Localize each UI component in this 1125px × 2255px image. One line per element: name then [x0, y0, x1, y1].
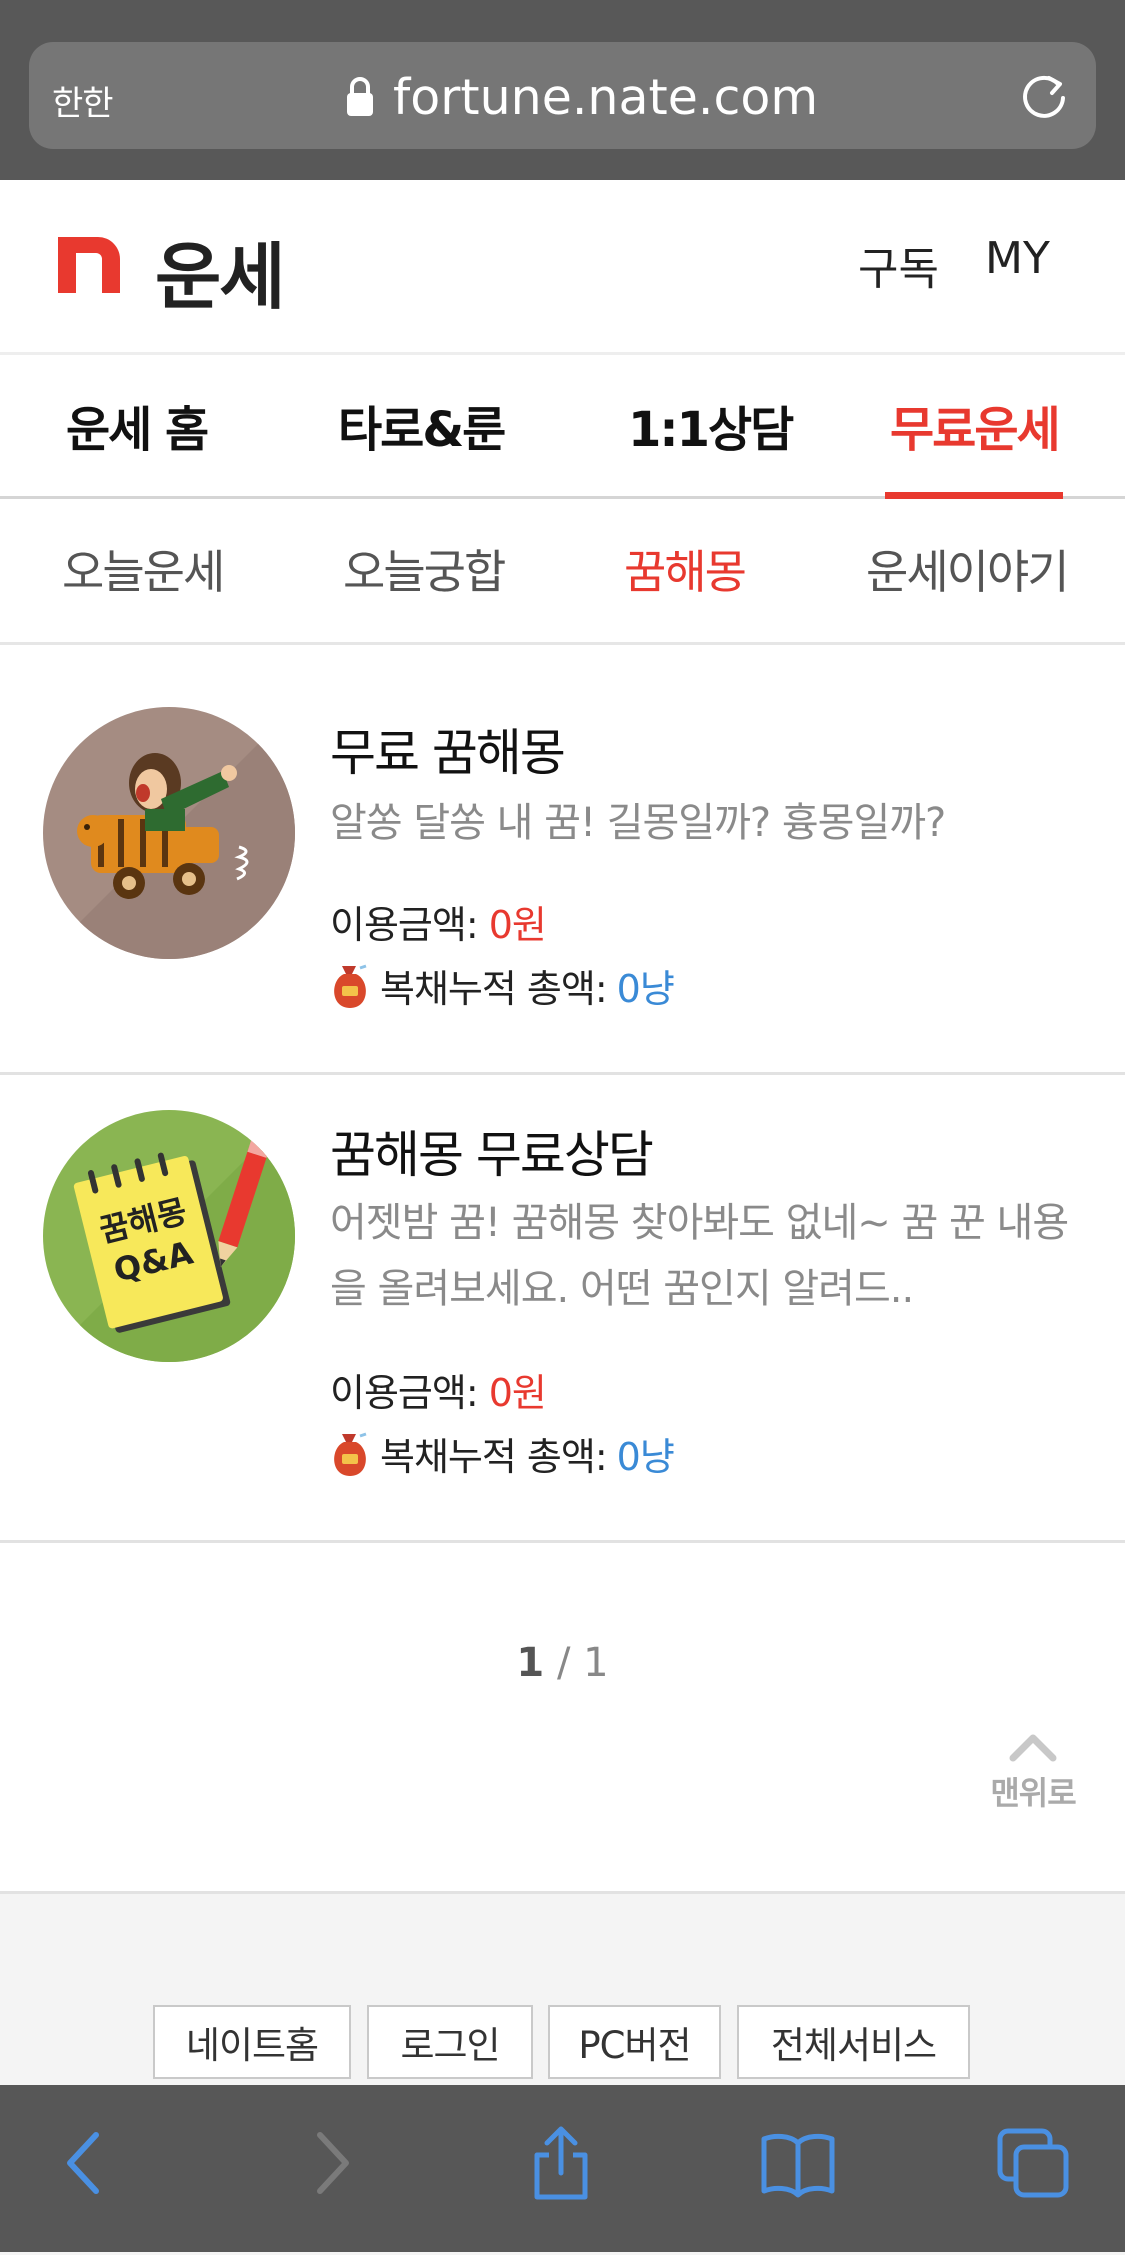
price-label: 이용금액:	[330, 903, 479, 947]
item-description: 알쏭 달쏭 내 꿈! 길몽일까? 흉몽일까?	[330, 800, 946, 846]
money-pouch-icon	[334, 1432, 367, 1476]
price-label: 이용금액:	[330, 1371, 479, 1415]
footer-all-services-button[interactable]: 전체서비스	[737, 2005, 970, 2079]
back-to-top-label: 맨위로	[990, 1774, 1076, 1812]
tab-tarot-rune[interactable]: 타로&룬	[338, 390, 506, 460]
accumulated-row: 복채누적 총액: 0냥	[330, 1426, 675, 1481]
url-display[interactable]: fortune.nate.com	[345, 62, 818, 132]
footer-pc-version-button[interactable]: PC버전	[548, 2005, 721, 2079]
money-pouch-icon	[334, 964, 367, 1008]
footer-login-button[interactable]: 로그인	[367, 2005, 533, 2079]
price-row: 이용금액: 0원	[330, 894, 547, 949]
my-link[interactable]: MY	[985, 233, 1050, 284]
current-page[interactable]: 1	[516, 1640, 544, 1686]
tab-fortune-home[interactable]: 운세 홈	[66, 390, 209, 460]
item-description: 어젯밤 꿈! 꿈해몽 찾아봐도 없네~ 꿈 꾼 내용을 올려보세요. 어떤 꿈인…	[330, 1200, 1069, 1312]
accumulated-label: 복채누적 총액:	[380, 1435, 608, 1479]
nate-logo-icon[interactable]	[58, 237, 120, 293]
reader-aa-button[interactable]: 한한	[52, 76, 114, 125]
page-title[interactable]: 운세	[155, 218, 285, 323]
accumulated-value: 0냥	[616, 967, 675, 1011]
tab-consult[interactable]: 1:1상담	[628, 390, 794, 460]
total-pages: 1	[583, 1640, 609, 1686]
price-value: 0원	[488, 1371, 547, 1415]
subtab-today-match[interactable]: 오늘궁합	[343, 536, 506, 602]
dream-qa-illustration: 꿈해몽 Q&A	[43, 1110, 295, 1362]
dream-illustration	[43, 707, 295, 959]
subscribe-link[interactable]: 구독	[858, 233, 939, 297]
reload-icon[interactable]	[1018, 70, 1070, 122]
chevron-up-icon	[1009, 1734, 1057, 1762]
subtab-today-fortune[interactable]: 오늘운세	[62, 536, 225, 602]
dream-thumbnail-image[interactable]	[43, 707, 295, 959]
back-arrow-icon[interactable]	[48, 2125, 124, 2201]
dream-qa-thumbnail-image[interactable]: 꿈해몽 Q&A	[43, 1110, 295, 1362]
subtab-fortune-story[interactable]: 운세이야기	[866, 536, 1070, 602]
accumulated-label: 복채누적 총액:	[380, 967, 608, 1011]
accumulated-value: 0냥	[616, 1435, 675, 1479]
price-value: 0원	[488, 903, 547, 947]
back-to-top-button[interactable]: 맨위로	[983, 1730, 1083, 1814]
footer-nate-home-button[interactable]: 네이트홈	[153, 2005, 351, 2079]
item-title[interactable]: 꿈해몽 무료상담	[330, 1115, 654, 1187]
page-separator: /	[556, 1640, 571, 1686]
tab-free-fortune[interactable]: 무료운세	[890, 390, 1061, 460]
share-icon[interactable]	[523, 2125, 599, 2201]
active-tab-indicator	[885, 492, 1063, 499]
bookmarks-icon[interactable]	[760, 2125, 836, 2201]
forward-arrow-icon[interactable]	[292, 2125, 368, 2201]
accumulated-row: 복채누적 총액: 0냥	[330, 958, 675, 1013]
subtab-dream[interactable]: 꿈해몽	[624, 536, 747, 602]
pagination: 1 / 1	[0, 1640, 1125, 1686]
tabs-icon[interactable]	[996, 2125, 1072, 2201]
url-text: fortune.nate.com	[393, 68, 819, 126]
lock-icon	[347, 77, 373, 116]
price-row: 이용금액: 0원	[330, 1362, 547, 1417]
item-title[interactable]: 무료 꿈해몽	[330, 713, 566, 785]
